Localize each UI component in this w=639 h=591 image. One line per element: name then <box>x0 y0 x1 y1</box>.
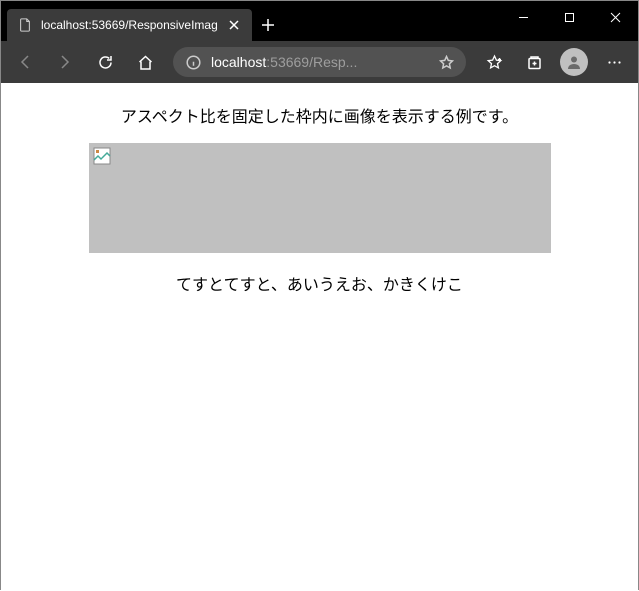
refresh-button[interactable] <box>87 44 123 80</box>
more-menu-button[interactable] <box>596 44 632 80</box>
url-text: localhost:53669/Resp... <box>211 54 428 70</box>
browser-tab[interactable]: localhost:53669/ResponsiveImag <box>7 9 252 41</box>
page-body-text: てすとてすと、あいうえお、かきくけこ <box>1 271 638 295</box>
home-button[interactable] <box>127 44 163 80</box>
address-bar[interactable]: localhost:53669/Resp... <box>173 47 466 77</box>
tab-strip: localhost:53669/ResponsiveImag <box>1 1 284 41</box>
maximize-button[interactable] <box>546 1 592 33</box>
window-controls <box>500 1 638 33</box>
new-tab-button[interactable] <box>252 9 284 41</box>
page-icon <box>17 17 33 33</box>
close-window-button[interactable] <box>592 1 638 33</box>
favorites-button[interactable] <box>476 44 512 80</box>
image-placeholder <box>89 143 551 253</box>
page-heading: アスペクト比を固定した枠内に画像を表示する例です。 <box>1 103 638 127</box>
tab-title: localhost:53669/ResponsiveImag <box>41 18 218 32</box>
profile-avatar[interactable] <box>560 48 588 76</box>
url-path: :53669/Resp... <box>266 54 357 70</box>
collections-button[interactable] <box>516 44 552 80</box>
window-titlebar: localhost:53669/ResponsiveImag <box>1 1 638 41</box>
broken-image-icon <box>93 147 111 165</box>
page-content: アスペクト比を固定した枠内に画像を表示する例です。 てすとてすと、あいうえお、か… <box>1 83 638 591</box>
favorite-icon[interactable] <box>438 54 454 70</box>
url-host: localhost <box>211 54 266 70</box>
minimize-button[interactable] <box>500 1 546 33</box>
back-button[interactable] <box>7 44 43 80</box>
forward-button[interactable] <box>47 44 83 80</box>
site-info-icon[interactable] <box>185 54 201 70</box>
browser-toolbar: localhost:53669/Resp... <box>1 41 638 83</box>
close-tab-button[interactable] <box>226 17 242 33</box>
